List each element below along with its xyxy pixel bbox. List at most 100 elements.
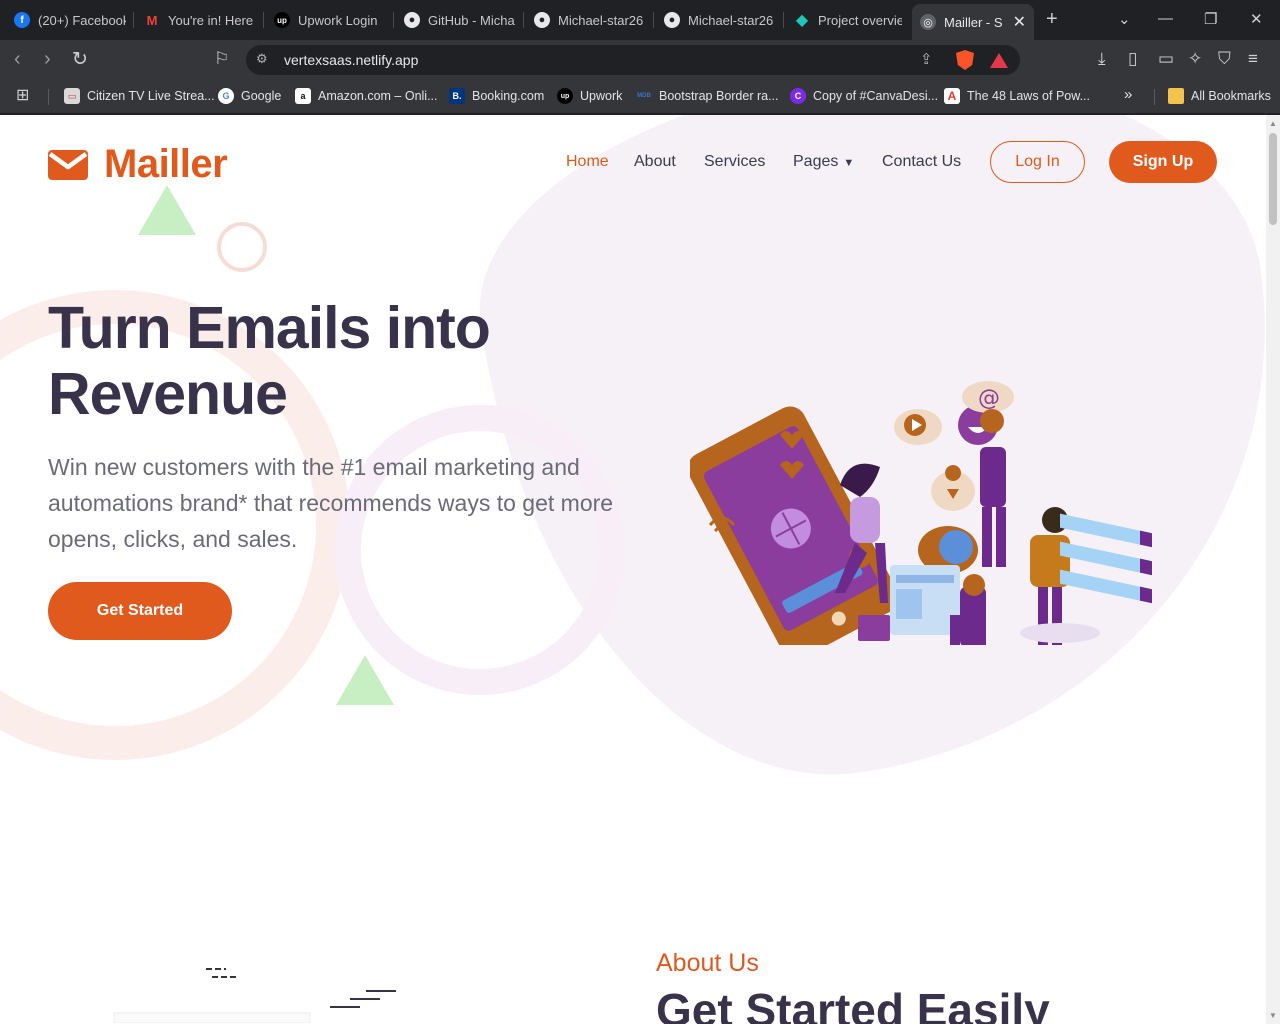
decorative-triangle [138,185,196,235]
github-icon: ● [534,12,550,28]
close-window-icon[interactable]: ✕ [1250,10,1263,28]
url-text[interactable]: vertexsaas.netlify.app [284,52,418,68]
tab-title: (20+) Facebook [38,12,126,28]
pdf-icon: A [944,88,960,104]
hero-title: Turn Emails into Revenue [48,295,491,427]
more-bookmarks-icon[interactable]: » [1124,86,1132,103]
site-info-icon[interactable]: ⚙ [256,51,268,67]
tab-github-2[interactable]: ● Michael-star26 [526,0,654,40]
restore-icon[interactable]: ❐ [1204,10,1217,28]
tab-netlify[interactable]: ◆ Project overvie [786,0,910,40]
decorative-triangle [336,655,394,705]
amazon-icon: a [295,88,311,104]
vpn-icon[interactable]: ⛉ [1218,49,1231,69]
share-icon[interactable]: ⇪ [920,50,933,68]
nav-services[interactable]: Services [704,153,765,171]
envelope-icon [48,149,88,180]
bookmark-upwork[interactable]: up Upwork [557,88,622,104]
bookmark-bootstrap[interactable]: MDB Bootstrap Border ra... [636,88,779,104]
bookmark-booking[interactable]: B. Booking.com [449,88,544,104]
page-viewport: Mailler Home About Services Pages ▼ Conta… [0,115,1266,1024]
nav-home[interactable]: Home [566,153,609,171]
scroll-up-icon[interactable]: ▲ [1269,119,1277,128]
tab-title: Michael-star26 [558,12,644,28]
tab-mailler-active[interactable]: ◎ Mailler - S ✕ [912,4,1034,40]
bookmark-label: Copy of #CanvaDesi... [813,89,939,103]
brave-shields-icon[interactable] [956,50,974,70]
upwork-icon: up [274,12,290,28]
tab-facebook[interactable]: f (20+) Facebook [6,0,134,40]
scrollbar-thumb[interactable] [1269,133,1277,225]
bookmark-icon[interactable]: ⚐ [214,49,229,69]
citizen-tv-icon: ▭ [64,88,80,104]
bookmarks-bar: ⊞ ▭ Citizen TV Live Strea... G Google a Ama… [0,80,1280,114]
bookmark-label: Citizen TV Live Strea... [87,89,215,103]
signup-button[interactable]: Sign Up [1109,141,1217,183]
download-icon[interactable]: ⤓ [1098,49,1106,69]
booking-icon: B. [449,88,465,104]
bookmark-canva[interactable]: C Copy of #CanvaDesi... [790,88,938,104]
tab-title: Michael-star26 [688,12,774,28]
back-icon[interactable]: ‹ [14,48,21,71]
netlify-icon: ◆ [795,12,809,29]
bookmark-google[interactable]: G Google [218,88,281,104]
bookmark-48-laws[interactable]: A The 48 Laws of Pow... [944,88,1090,104]
canva-icon: C [790,88,806,104]
login-button[interactable]: Log In [990,141,1085,183]
minimize-icon[interactable]: — [1158,10,1173,27]
tab-title: Mailler - S [944,14,1003,30]
bookmark-label: Booking.com [472,89,545,103]
tab-github-1[interactable]: ● GitHub - Micha [396,0,524,40]
menu-icon[interactable]: ≡ [1248,49,1258,69]
bookmark-label: Bootstrap Border ra... [659,89,779,103]
gmail-icon: M [146,12,158,28]
brave-rewards-icon[interactable] [990,53,1008,68]
bookmark-citizen-tv[interactable]: ▭ Citizen TV Live Strea... [64,88,215,104]
wallet-icon[interactable]: ▭ [1158,49,1174,69]
forward-icon[interactable]: › [44,48,51,71]
nav-contact[interactable]: Contact Us [882,153,961,171]
github-icon: ● [404,12,420,28]
reload-icon[interactable]: ↻ [72,48,88,71]
bookmark-label: Google [241,89,282,103]
facebook-icon: f [14,12,30,28]
hero-subtitle: Win new customers with the #1 email mark… [48,454,614,552]
tab-github-3[interactable]: ● Michael-star26 [656,0,784,40]
mdb-icon: MDB [637,93,651,99]
bookmark-label: All Bookmarks [1191,89,1271,103]
bookmark-label: Amazon.com – Onli... [318,89,438,103]
folder-icon [1168,88,1184,104]
tab-upwork-login[interactable]: up Upwork Login [266,0,394,40]
address-bar[interactable]: ⚙ vertexsaas.netlify.app ⇪ [246,45,1020,75]
close-tab-icon[interactable]: ✕ [1007,12,1026,32]
site-logo[interactable]: Mailler [48,142,228,187]
bookmark-amazon[interactable]: a Amazon.com – Onli... [295,88,438,104]
sidebar-icon[interactable]: ▯ [1128,49,1137,69]
brand-name: Mailler [104,142,228,186]
chevron-down-icon: ▼ [843,157,855,169]
nav-pages-label: Pages [793,153,839,170]
tab-title: GitHub - Micha [428,12,515,28]
about-section-label: About Us [656,949,759,977]
upwork-icon: up [557,88,573,104]
svg-text:@: @ [978,386,1000,411]
tab-search-icon[interactable]: ⌄ [1118,10,1131,28]
browser-tab-bar: f (20+) Facebook M You're in! Here up Up… [0,0,1280,40]
page-scrollbar[interactable]: ▲ ▼ [1266,115,1280,1024]
nav-about[interactable]: About [634,153,676,171]
nav-pages-dropdown[interactable]: Pages ▼ [793,153,854,171]
leo-ai-icon[interactable]: ✧ [1188,49,1202,69]
google-icon: G [218,88,234,104]
decorative-circle [217,222,267,272]
all-bookmarks-folder[interactable]: All Bookmarks [1168,88,1271,104]
tab-title: Project overvie [818,12,902,28]
new-tab-button[interactable]: + [1046,8,1058,31]
tab-gmail[interactable]: M You're in! Here [136,0,264,40]
about-section-title: Get Started Easily [656,984,1050,1024]
decorative-speed-lines [113,968,396,1023]
bookmark-label: Upwork [580,89,623,103]
bookmark-label: The 48 Laws of Pow... [967,89,1090,103]
scroll-down-icon[interactable]: ▼ [1269,1011,1277,1020]
get-started-button[interactable]: Get Started [48,582,232,640]
apps-grid-icon[interactable]: ⊞ [16,85,29,105]
